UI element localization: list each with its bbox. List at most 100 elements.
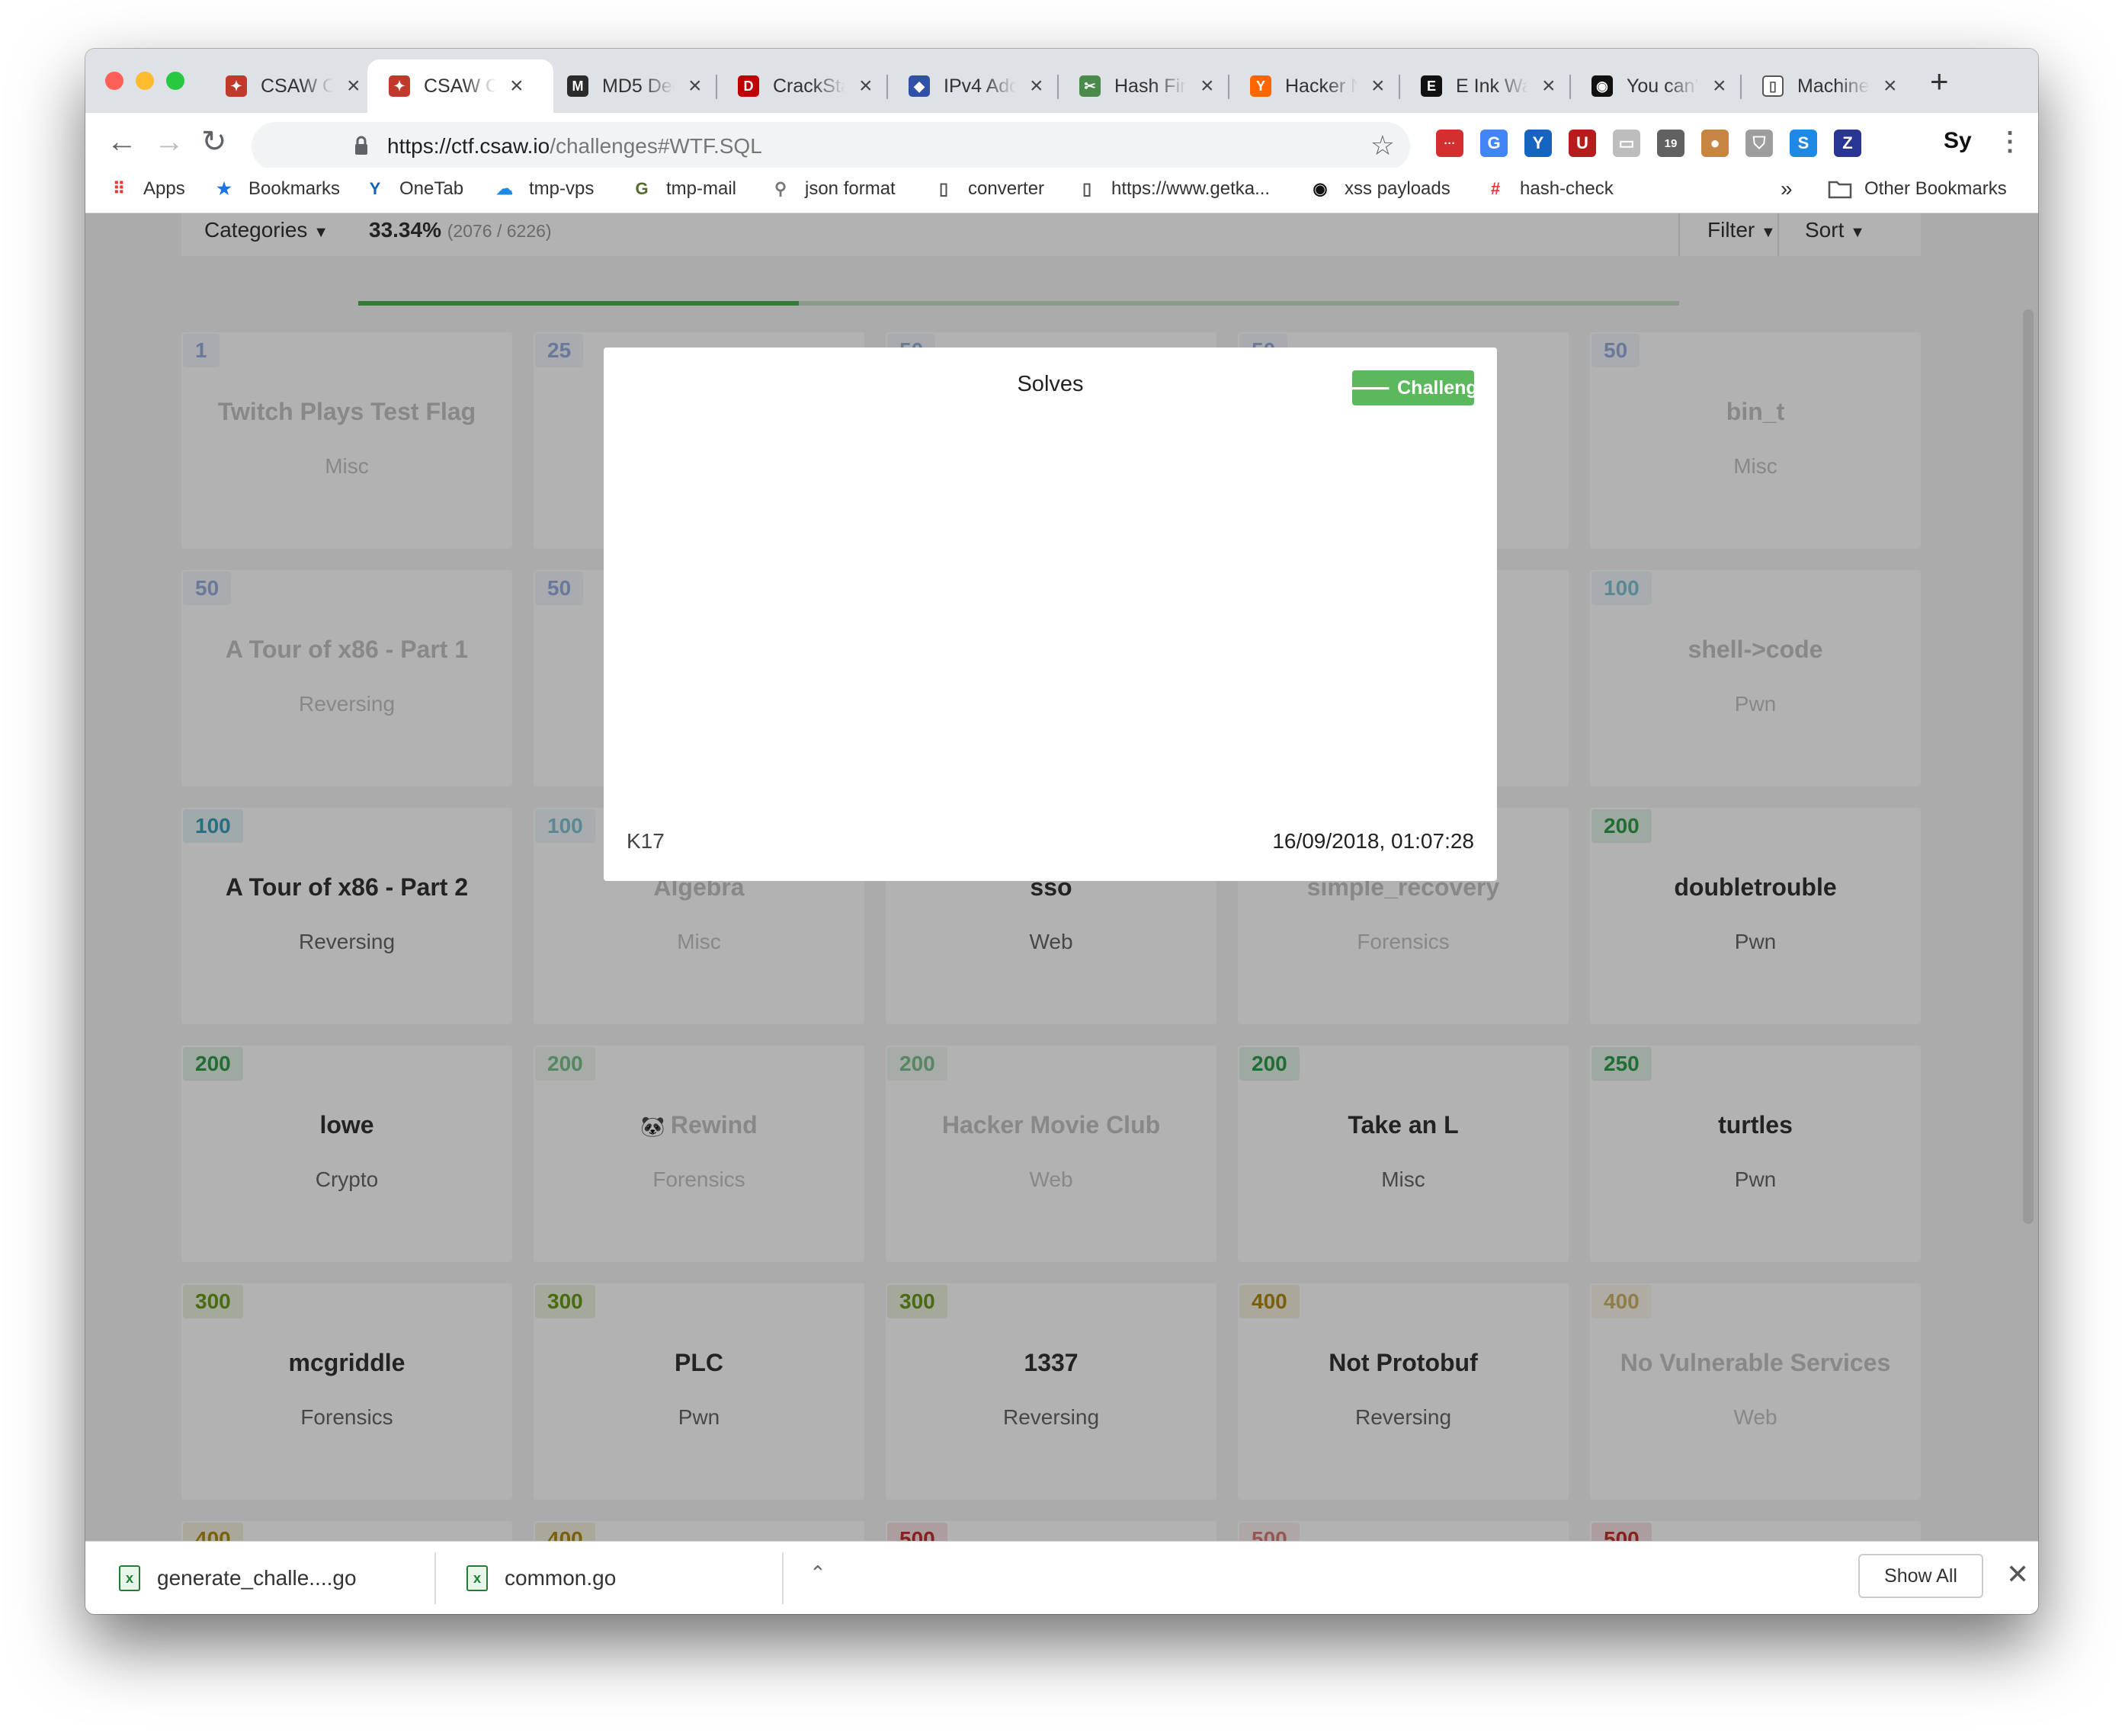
close-window-button[interactable] bbox=[105, 72, 123, 90]
tab-separator bbox=[716, 75, 717, 99]
close-icon[interactable]: ✕ bbox=[2006, 1558, 2029, 1590]
tab-close-icon[interactable]: × bbox=[1883, 75, 1897, 98]
tab-title: Hacker News bbox=[1285, 75, 1358, 97]
tab-close-icon[interactable]: × bbox=[688, 75, 702, 98]
mail-icon: G bbox=[635, 179, 649, 198]
tab-title: You can't bbox=[1627, 75, 1699, 97]
browser-tab[interactable]: D CrackStation × bbox=[716, 59, 887, 113]
browser-tab[interactable]: M MD5 Decrypt × bbox=[546, 59, 716, 113]
url-path: /challenges#WTF.SQL bbox=[550, 134, 762, 158]
tab-title: MD5 Decrypt bbox=[602, 75, 675, 97]
onetab-icon: Y bbox=[369, 179, 381, 198]
translate-icon[interactable]: G bbox=[1480, 130, 1508, 157]
bookmark-label: hash-check bbox=[1520, 178, 1614, 199]
shield-icon[interactable]: ⛉ bbox=[1745, 130, 1773, 157]
tab-separator bbox=[1228, 75, 1229, 99]
cast-icon[interactable]: ▭ bbox=[1613, 130, 1640, 157]
show-all-downloads-button[interactable]: Show All bbox=[1858, 1554, 1983, 1598]
onetab-icon[interactable]: Y bbox=[1524, 130, 1552, 157]
skype-icon[interactable]: S bbox=[1790, 130, 1817, 157]
reload-icon[interactable]: ↻ bbox=[201, 127, 227, 157]
bookmark-item[interactable]: ◉ xss payloads bbox=[1309, 178, 1450, 200]
browser-tab[interactable]: Y Hacker News × bbox=[1229, 59, 1399, 113]
hackernews-icon: Y bbox=[1250, 75, 1271, 97]
download-item[interactable]: x common.go ⌃ bbox=[466, 1557, 826, 1600]
github-icon: ◉ bbox=[1592, 75, 1613, 97]
csaw-icon: ✦ bbox=[226, 75, 247, 97]
bookmark-item[interactable]: ★ Bookmarks bbox=[213, 178, 340, 200]
tab-separator bbox=[886, 75, 888, 99]
ublock-icon[interactable]: U bbox=[1569, 130, 1596, 157]
bookmark-label: OneTab bbox=[399, 178, 464, 199]
bookmark-item[interactable]: Y OneTab bbox=[364, 178, 463, 200]
tab-title: Hash Finder bbox=[1114, 75, 1187, 97]
printer-icon[interactable]: 19 bbox=[1657, 130, 1684, 157]
download-item[interactable]: x generate_challe....go ⌃ bbox=[119, 1557, 479, 1600]
back-to-challenge-button[interactable]: 🡐 Challenge bbox=[1338, 370, 1489, 405]
solves-modal: Solves 🡐 Challenge K17 16/09/2018, 01:07:… bbox=[604, 348, 1497, 881]
back-arrow-icon[interactable]: ← bbox=[107, 127, 137, 157]
tab-separator bbox=[1399, 75, 1400, 99]
eink-icon: E bbox=[1421, 75, 1442, 97]
tab-title: IPv4 Address bbox=[944, 75, 1016, 97]
tab-close-icon[interactable]: × bbox=[1030, 75, 1043, 98]
bookmark-label: converter bbox=[968, 178, 1045, 199]
browser-tab[interactable]: ✂ Hash Finder × bbox=[1058, 59, 1229, 113]
zoom-window-button[interactable] bbox=[166, 72, 184, 90]
zotero-icon[interactable]: Z bbox=[1834, 130, 1861, 157]
bookmark-item[interactable]: ▯ https://www.getka... bbox=[1076, 178, 1270, 200]
bookmark-label: tmp-mail bbox=[666, 178, 737, 199]
tab-close-icon[interactable]: × bbox=[859, 75, 873, 98]
bookmark-label: Bookmarks bbox=[248, 178, 341, 199]
tab-close-icon[interactable]: × bbox=[1542, 75, 1556, 98]
download-divider bbox=[434, 1552, 436, 1604]
menu-kebab-icon[interactable]: ⋮ bbox=[1997, 127, 2023, 157]
minimize-window-button[interactable] bbox=[136, 72, 154, 90]
browser-tab[interactable]: ◉ You can't × bbox=[1570, 59, 1741, 113]
bookmark-item[interactable]: Gtmp-mail bbox=[631, 178, 736, 200]
solve-time: 16/09/2018, 01:07:28 bbox=[1272, 829, 1474, 853]
bookmark-label: xss payloads bbox=[1345, 178, 1450, 199]
tab-close-icon[interactable]: × bbox=[510, 75, 524, 98]
document-icon: ▯ bbox=[1762, 75, 1784, 97]
cookie-icon[interactable]: ● bbox=[1701, 130, 1729, 157]
document-icon: ▯ bbox=[1082, 179, 1092, 198]
download-shelf: x generate_challe....go ⌃ x common.go ⌃ … bbox=[85, 1541, 2038, 1614]
new-tab-button[interactable]: + bbox=[1930, 66, 1949, 98]
json-icon: ⚲ bbox=[774, 179, 787, 198]
tab-close-icon[interactable]: × bbox=[1371, 75, 1385, 98]
forward-arrow-icon[interactable]: → bbox=[154, 127, 184, 157]
lastpass-icon[interactable]: ··· bbox=[1436, 130, 1463, 157]
download-filename: generate_challe....go bbox=[157, 1566, 357, 1590]
address-bar[interactable]: https://ctf.csaw.io/challenges#WTF.SQL ☆ bbox=[252, 122, 1410, 171]
bookmark-item[interactable]: ⠿ Apps bbox=[108, 178, 185, 200]
browser-tab[interactable]: ▯ Machine × bbox=[1741, 59, 1912, 113]
cloud-icon: ☁ bbox=[496, 179, 513, 198]
bookmark-item[interactable]: ☁ tmp-vps bbox=[494, 178, 594, 200]
bookmark-label: https://www.getka... bbox=[1111, 178, 1271, 199]
bookmark-item[interactable]: ▯ converter bbox=[933, 178, 1044, 200]
browser-tab[interactable]: ◆ IPv4 Address × bbox=[887, 59, 1058, 113]
profile-avatar[interactable]: Sy bbox=[1944, 128, 1972, 154]
bookmark-label: tmp-vps bbox=[529, 178, 595, 199]
tab-separator bbox=[1740, 75, 1742, 99]
browser-tab[interactable]: E E Ink Watch × bbox=[1399, 59, 1570, 113]
tab-close-icon[interactable]: × bbox=[347, 75, 361, 98]
file-icon: x bbox=[119, 1565, 140, 1591]
tab-close-icon[interactable]: × bbox=[1200, 75, 1214, 98]
tab-close-icon[interactable]: × bbox=[1713, 75, 1726, 98]
other-bookmarks[interactable]: Other Bookmarks bbox=[1828, 178, 2007, 200]
tab-title: E Ink Watch bbox=[1456, 75, 1528, 97]
bookmark-item[interactable]: ⚲ json format bbox=[770, 178, 896, 200]
scrollbar[interactable] bbox=[2023, 309, 2034, 1224]
bookmark-star-icon[interactable]: ☆ bbox=[1370, 130, 1395, 162]
file-icon: x bbox=[466, 1565, 488, 1591]
more-bookmarks-chevron-icon[interactable]: » bbox=[1781, 177, 1793, 201]
back-to-challenge-label: Challenge bbox=[1397, 376, 1489, 399]
bookmark-item[interactable]: # hash-check bbox=[1485, 178, 1614, 200]
bookmark-label: Apps bbox=[143, 178, 185, 199]
ipv4-icon: ◆ bbox=[909, 75, 930, 97]
chevron-up-icon[interactable]: ⌃ bbox=[809, 1561, 826, 1585]
browser-tab[interactable]: ✦ CSAW CTF × bbox=[367, 59, 553, 113]
browser-tab[interactable]: ✦ CSAW CTF × bbox=[204, 59, 375, 113]
